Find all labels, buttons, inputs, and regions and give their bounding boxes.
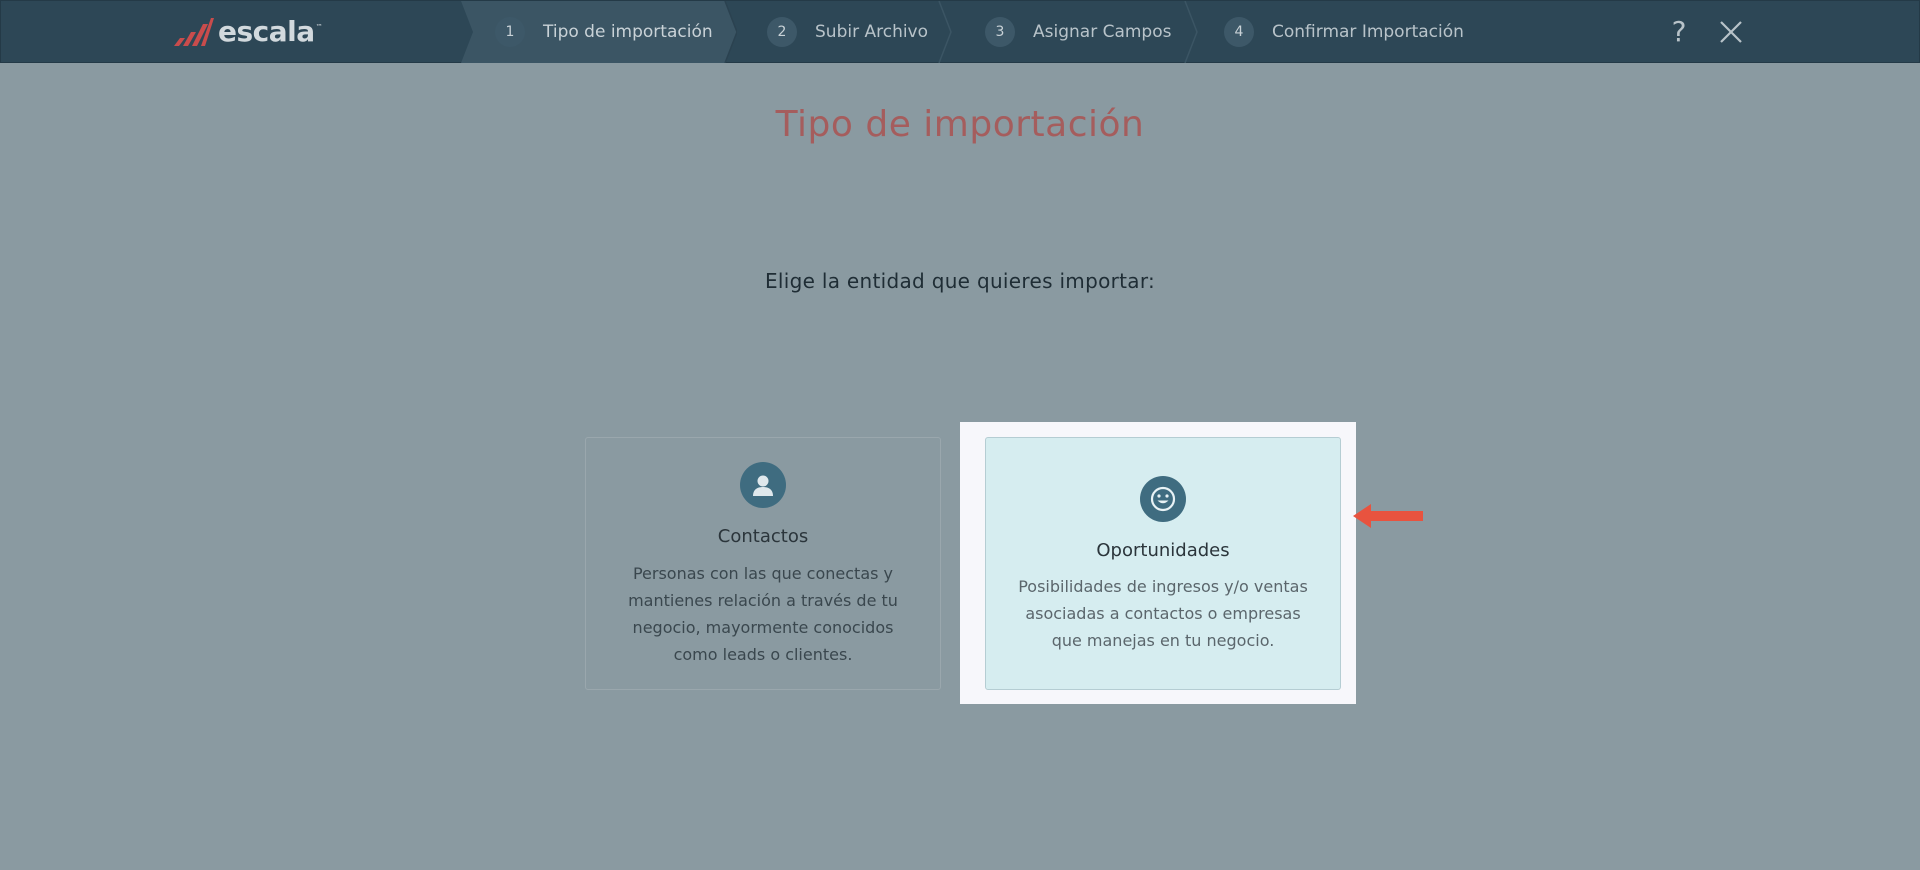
logo-bars-icon xyxy=(174,18,214,46)
step-tipo-de-importacion[interactable]: 1 Tipo de importación xyxy=(495,1,713,63)
entity-prompt: Elige la entidad que quieres importar: xyxy=(764,269,1156,293)
step-asignar-campos[interactable]: 3 Asignar Campos xyxy=(985,1,1171,63)
pointer-arrow-icon xyxy=(1353,504,1423,528)
help-icon[interactable]: ? xyxy=(1663,15,1695,49)
step-number: 2 xyxy=(767,17,797,47)
person-icon xyxy=(740,462,786,508)
entity-card-contactos[interactable]: Contactos Personas con las que conectas … xyxy=(585,437,941,690)
step-separator xyxy=(1184,1,1198,63)
card-title: Oportunidades xyxy=(1096,540,1230,561)
step-separator xyxy=(938,1,952,63)
card-description: Posibilidades de ingresos y/o ventas aso… xyxy=(1018,577,1308,650)
page-title: Tipo de importación xyxy=(775,104,1145,145)
top-bar: escala ™ 1 Tipo de importación 2 Subir A… xyxy=(0,0,1920,63)
step-confirmar-importacion[interactable]: 4 Confirmar Importación xyxy=(1224,1,1464,63)
step-label: Confirmar Importación xyxy=(1272,22,1464,42)
step-number: 1 xyxy=(495,17,525,47)
card-description: Personas con las que conectas y mantiene… xyxy=(628,564,898,664)
logo-trademark: ™ xyxy=(315,23,323,31)
step-number: 4 xyxy=(1224,17,1254,47)
close-icon[interactable] xyxy=(1718,19,1744,45)
step-subir-archivo[interactable]: 2 Subir Archivo xyxy=(767,1,928,63)
smiley-icon xyxy=(1140,476,1186,522)
card-title: Contactos xyxy=(717,526,809,547)
escala-logo[interactable]: escala ™ xyxy=(174,15,323,49)
step-label: Asignar Campos xyxy=(1033,22,1172,42)
step-label: Subir Archivo xyxy=(815,22,929,42)
entity-card-oportunidades[interactable]: Oportunidades Posibilidades de ingresos … xyxy=(985,437,1341,690)
step-label: Tipo de importación xyxy=(543,22,713,42)
logo-text: escala xyxy=(218,15,315,48)
step-number: 3 xyxy=(985,17,1015,47)
